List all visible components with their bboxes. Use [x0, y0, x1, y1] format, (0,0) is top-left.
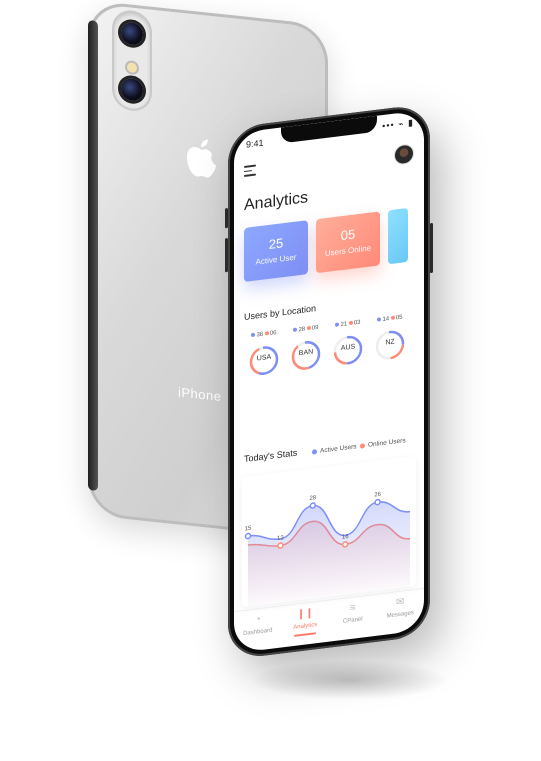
- legend-online-dot: [360, 442, 365, 449]
- legend-online: Online Users: [360, 437, 406, 450]
- gauge-icon: ◔: [254, 613, 261, 626]
- next-card-peek[interactable]: [388, 207, 408, 265]
- online-dot: [348, 321, 353, 326]
- stats-chart-svg: 15 12 28 16 26: [244, 492, 411, 607]
- tab-analytics-label: Analytics: [293, 622, 318, 631]
- avatar[interactable]: [394, 143, 414, 166]
- flash-icon: [127, 62, 137, 74]
- series-area: [248, 502, 410, 607]
- location-item[interactable]: 14 05 NZ: [368, 313, 412, 364]
- location-active-count: 21: [340, 321, 348, 329]
- menu-icon[interactable]: [244, 164, 256, 177]
- camera-lens-icon: [121, 77, 143, 102]
- phone-edge: [88, 20, 98, 492]
- location-stats: 21 03: [326, 319, 370, 330]
- mute-switch: [225, 208, 228, 229]
- active-tab-indicator: [294, 632, 317, 637]
- location-ring: NZ: [373, 326, 407, 364]
- data-label: 15: [245, 526, 252, 533]
- online-dot: [306, 326, 311, 331]
- location-online-count: 03: [353, 319, 361, 327]
- todays-stats-title: Today's Stats: [244, 447, 298, 465]
- tab-dashboard[interactable]: ◔ Dashboard: [234, 606, 282, 652]
- camera-lens-icon: [121, 21, 143, 46]
- legend-active-label: Active Users: [320, 443, 357, 455]
- iphone-wordmark: iPhone: [178, 384, 222, 405]
- legend-online-label: Online Users: [368, 437, 406, 449]
- location-active-count: 14: [382, 316, 390, 324]
- users-by-location-title: Users by Location: [244, 303, 317, 323]
- bar-chart-icon: ❙❙: [296, 607, 314, 621]
- data-point[interactable]: [277, 542, 284, 549]
- data-label: 26: [374, 492, 381, 499]
- active-dot: [293, 327, 298, 333]
- location-active-count: 36: [256, 331, 264, 339]
- location-active-count: 28: [298, 326, 306, 334]
- data-point[interactable]: [374, 498, 381, 506]
- stats-chart: 15 12 28 16 26: [242, 455, 416, 608]
- location-item[interactable]: 21 03 AUS: [326, 319, 370, 370]
- location-item[interactable]: 36 06 USA: [242, 329, 286, 380]
- location-item[interactable]: 28 09 BAN: [284, 324, 328, 375]
- active-dot: [377, 317, 382, 323]
- location-online-count: 06: [269, 330, 277, 337]
- tab-dashboard-label: Dashboard: [243, 627, 273, 638]
- volume-up-button: [225, 238, 228, 273]
- location-ring: USA: [247, 341, 281, 379]
- app-screen: 9:41 ••• ⌁ ▮ Analytics 25 Active User 05…: [234, 109, 425, 654]
- tab-cpanel-label: CPanel: [342, 616, 363, 625]
- data-point[interactable]: [309, 502, 317, 509]
- location-ring: BAN: [289, 336, 323, 374]
- message-icon: ✉: [396, 596, 405, 609]
- location-online-count: 05: [395, 314, 403, 322]
- location-online-count: 09: [311, 324, 319, 332]
- data-label: 12: [277, 535, 284, 542]
- tab-cpanel[interactable]: ≡ CPanel: [329, 595, 377, 641]
- legend-active-dot: [312, 448, 317, 455]
- location-stats: 28 09: [284, 324, 328, 335]
- tab-analytics[interactable]: ❙❙ Analytics: [282, 601, 330, 647]
- floor-shadow: [250, 660, 450, 700]
- notch: [281, 115, 377, 144]
- page-title: Analytics: [244, 189, 309, 215]
- camera-bump: [114, 10, 150, 111]
- apple-logo-icon: [187, 139, 216, 178]
- location-ring: AUS: [331, 331, 365, 369]
- active-dot: [251, 333, 256, 338]
- status-icons: ••• ⌁ ▮: [382, 117, 414, 132]
- legend-active: Active Users: [312, 443, 356, 455]
- location-stats: 36 06: [242, 329, 286, 340]
- front-phone: 9:41 ••• ⌁ ▮ Analytics 25 Active User 05…: [225, 103, 433, 661]
- tab-messages-label: Messages: [386, 610, 414, 620]
- active-dot: [335, 322, 340, 328]
- online-dot: [264, 331, 269, 336]
- tab-messages[interactable]: ✉ Messages: [377, 589, 425, 635]
- status-time: 9:41: [246, 137, 264, 150]
- active-user-card[interactable]: 25 Active User: [244, 220, 308, 283]
- sliders-icon: ≡: [349, 602, 356, 615]
- location-stats: 14 05: [368, 313, 412, 324]
- data-point[interactable]: [244, 532, 252, 540]
- users-online-card[interactable]: 05 Users Online: [316, 211, 380, 274]
- online-dot: [390, 315, 395, 321]
- data-point[interactable]: [341, 541, 349, 548]
- data-label: 16: [342, 534, 349, 541]
- data-label: 28: [309, 495, 316, 502]
- power-button: [430, 222, 433, 274]
